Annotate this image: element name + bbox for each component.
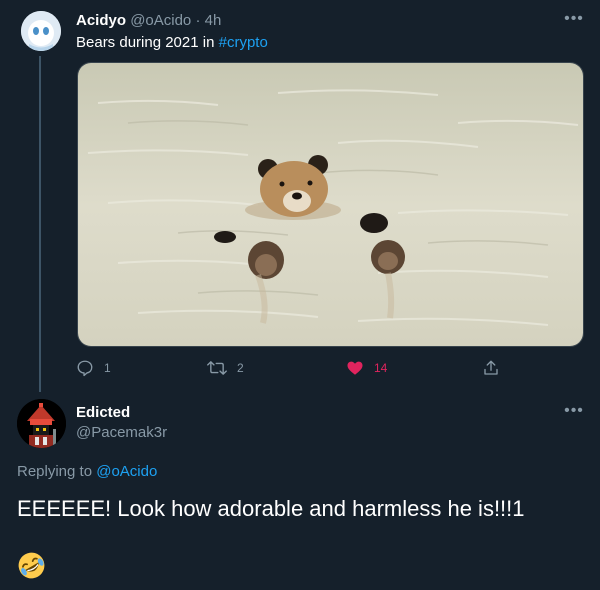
bear-image: [78, 63, 583, 346]
like-count: 14: [374, 361, 388, 375]
pixel-mage-avatar-icon: [17, 399, 66, 448]
ghost-avatar-icon: [21, 11, 61, 51]
retweet-count: 2: [237, 361, 244, 375]
retweet-action[interactable]: 2: [207, 358, 244, 378]
hashtag-link[interactable]: #crypto: [219, 34, 268, 51]
thread-line: [39, 56, 41, 392]
tweet-body: Bears during 2021 in: [76, 34, 219, 51]
mention-link[interactable]: @oAcido: [96, 463, 157, 480]
more-dots-icon[interactable]: •••: [562, 11, 586, 32]
author-handle[interactable]: @Pacemak3r: [76, 424, 167, 441]
tweet-image[interactable]: [77, 62, 584, 347]
author-name[interactable]: Edicted: [76, 404, 130, 421]
more-dots-icon[interactable]: •••: [562, 403, 586, 424]
reply-action[interactable]: 1: [76, 358, 111, 378]
replying-prefix: Replying to: [17, 463, 97, 480]
replying-to: Replying to @oAcido: [17, 463, 157, 480]
author-handle[interactable]: @oAcido: [130, 12, 191, 29]
reply-text: EEEEEE! Look how adorable and harmless h…: [17, 496, 525, 521]
avatar[interactable]: [21, 11, 61, 51]
author-name[interactable]: Acidyo: [76, 12, 126, 29]
reply-count: 1: [104, 361, 111, 375]
original-tweet[interactable]: Acidyo @oAcido · 4h ••• Bears during 202…: [0, 0, 600, 395]
avatar[interactable]: [17, 399, 66, 448]
heart-filled-icon: [347, 361, 363, 375]
rolling-on-floor-laughing-emoji-icon: [17, 551, 46, 580]
share-icon: [484, 360, 498, 375]
reply-icon: [77, 360, 93, 377]
tweet-header: Acidyo @oAcido · 4h: [76, 12, 221, 30]
share-action[interactable]: [482, 358, 500, 378]
retweet-icon: [207, 361, 227, 375]
tweet-actions: 1 2 14: [76, 358, 506, 380]
like-action[interactable]: 14: [346, 358, 387, 378]
tweet-text: Bears during 2021 in #crypto: [76, 33, 268, 53]
tweet-time[interactable]: · 4h: [195, 12, 221, 29]
